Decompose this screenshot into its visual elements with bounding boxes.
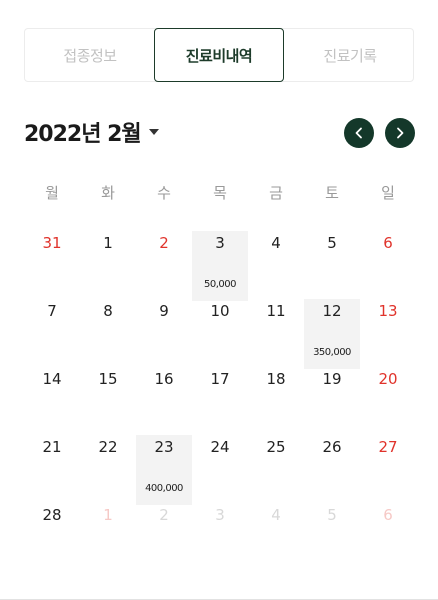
day-number: 11 [266, 302, 286, 320]
day-number: 6 [383, 506, 393, 524]
calendar-day[interactable]: 5 [304, 231, 360, 301]
day-number: 10 [210, 302, 230, 320]
calendar-day[interactable]: 15 [80, 367, 136, 437]
prev-month-button[interactable] [344, 118, 374, 148]
calendar-day[interactable]: 21 [24, 435, 80, 505]
day-number: 8 [103, 302, 113, 320]
weekday-tue: 화 [101, 184, 115, 202]
weekday-fri: 금 [269, 184, 283, 202]
weekday-wed: 수 [157, 184, 171, 202]
day-number: 31 [42, 234, 62, 252]
day-number: 25 [266, 438, 286, 456]
tab-medical-expenses[interactable]: 진료비내역 [154, 28, 284, 82]
day-number: 9 [159, 302, 169, 320]
calendar-day[interactable]: 16 [136, 367, 192, 437]
calendar-day[interactable]: 24 [192, 435, 248, 505]
day-number: 23 [154, 438, 174, 456]
calendar-day[interactable]: 2 [136, 503, 192, 573]
chevron-left-icon [355, 127, 362, 139]
day-number: 1 [103, 506, 113, 524]
day-number: 2 [159, 234, 169, 252]
calendar-day[interactable]: 27 [360, 435, 416, 505]
month-title: 2022년 2월 [24, 122, 142, 147]
calendar-day[interactable]: 8 [80, 299, 136, 369]
day-number: 4 [271, 234, 281, 252]
day-number: 1 [103, 234, 113, 252]
calendar-day[interactable]: 2 [136, 231, 192, 301]
calendar-day[interactable]: 4 [248, 231, 304, 301]
day-number: 3 [215, 506, 225, 524]
day-number: 20 [378, 370, 398, 388]
day-number: 27 [378, 438, 398, 456]
calendar-day[interactable]: 28 [24, 503, 80, 573]
day-number: 15 [98, 370, 118, 388]
calendar-day-with-expense[interactable]: 3 50,000 [192, 231, 248, 301]
next-month-button[interactable] [385, 118, 415, 148]
calendar-day[interactable]: 20 [360, 367, 416, 437]
calendar-day[interactable]: 22 [80, 435, 136, 505]
calendar-day[interactable]: 31 [24, 231, 80, 301]
day-number: 22 [98, 438, 118, 456]
day-number: 19 [322, 370, 342, 388]
day-number: 7 [47, 302, 57, 320]
calendar-day-with-expense[interactable]: 12 350,000 [304, 299, 360, 369]
calendar-day[interactable]: 11 [248, 299, 304, 369]
day-number: 5 [327, 234, 337, 252]
calendar-grid: 31 1 2 3 50,000 4 5 6 7 8 9 10 11 12 350,000 13 14 15 16 17… [24, 231, 414, 573]
day-number: 12 [322, 302, 342, 320]
calendar-day[interactable]: 19 [304, 367, 360, 437]
calendar-day[interactable]: 6 [360, 231, 416, 301]
day-number: 14 [42, 370, 62, 388]
chevron-right-icon [397, 127, 404, 139]
day-number: 16 [154, 370, 174, 388]
calendar-day[interactable]: 3 [192, 503, 248, 573]
expense-amount: 350,000 [313, 347, 351, 358]
day-number: 21 [42, 438, 62, 456]
day-number: 13 [378, 302, 398, 320]
day-number: 18 [266, 370, 286, 388]
weekday-thu: 목 [213, 184, 227, 202]
day-number: 4 [271, 506, 281, 524]
calendar-day[interactable]: 13 [360, 299, 416, 369]
day-number: 26 [322, 438, 342, 456]
calendar-day[interactable]: 25 [248, 435, 304, 505]
day-number: 5 [327, 506, 337, 524]
tab-vaccination[interactable]: 접종정보 [25, 28, 155, 82]
calendar-day[interactable]: 1 [80, 503, 136, 573]
calendar-day[interactable]: 1 [80, 231, 136, 301]
calendar-day[interactable]: 14 [24, 367, 80, 437]
day-number: 24 [210, 438, 230, 456]
day-number: 28 [42, 506, 62, 524]
calendar-day-with-expense[interactable]: 23 400,000 [136, 435, 192, 505]
expense-amount: 50,000 [204, 279, 237, 290]
calendar-day[interactable]: 26 [304, 435, 360, 505]
calendar-day[interactable]: 18 [248, 367, 304, 437]
calendar-day[interactable]: 5 [304, 503, 360, 573]
weekday-mon: 월 [45, 184, 59, 202]
caret-down-icon [148, 129, 159, 135]
calendar-day[interactable]: 6 [360, 503, 416, 573]
expense-amount: 400,000 [145, 483, 183, 494]
day-number: 17 [210, 370, 230, 388]
calendar-day[interactable]: 10 [192, 299, 248, 369]
weekday-sun: 일 [381, 184, 395, 202]
calendar-day[interactable]: 17 [192, 367, 248, 437]
calendar-day[interactable]: 4 [248, 503, 304, 573]
weekday-sat: 토 [325, 184, 339, 202]
calendar-day[interactable]: 7 [24, 299, 80, 369]
calendar-day[interactable]: 9 [136, 299, 192, 369]
record-tabs: 접종정보 진료비내역 진료기록 [24, 28, 414, 82]
weekday-header: 월화수목금토일 [24, 182, 414, 204]
day-number: 2 [159, 506, 169, 524]
day-number: 3 [215, 234, 225, 252]
day-number: 6 [383, 234, 393, 252]
month-picker[interactable]: 2022년 2월 [24, 116, 159, 148]
tab-medical-records[interactable]: 진료기록 [285, 28, 415, 82]
